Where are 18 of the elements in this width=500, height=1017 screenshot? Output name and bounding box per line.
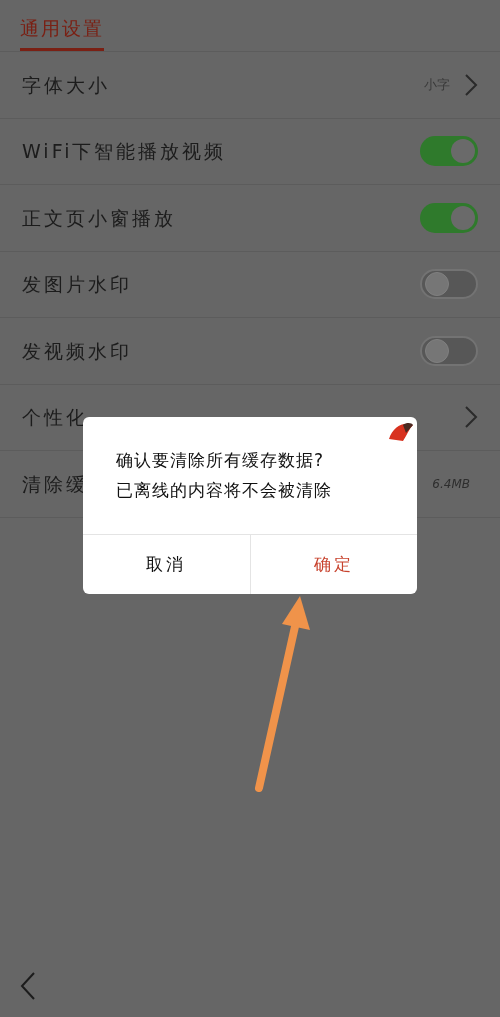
setting-value: 6.4MB — [432, 475, 470, 493]
chevron-right-icon — [464, 72, 478, 97]
cancel-button[interactable]: 取消 — [83, 535, 250, 594]
setting-label: 清除缓 — [22, 471, 88, 497]
toggle-switch[interactable] — [420, 136, 478, 167]
setting-label: 字体大小 — [22, 72, 110, 98]
back-icon[interactable] — [20, 971, 36, 1001]
toggle-switch[interactable] — [420, 269, 478, 300]
chevron-right-icon — [464, 405, 478, 430]
toggle-switch[interactable] — [420, 202, 478, 233]
dialog-message: 确认要清除所有缓存数据? — [116, 449, 326, 472]
setting-label: 发视频水印 — [22, 338, 132, 364]
setting-label: 发图片水印 — [22, 272, 132, 297]
setting-label: 正文页小窗播放 — [22, 205, 176, 231]
confirm-button[interactable]: 确定 — [249, 535, 417, 594]
setting-label: WiFi下智能播放视频 — [22, 139, 227, 164]
dialog-message: 已离线的内容将不会被清除 — [116, 478, 333, 502]
toggle-switch[interactable] — [420, 335, 478, 366]
